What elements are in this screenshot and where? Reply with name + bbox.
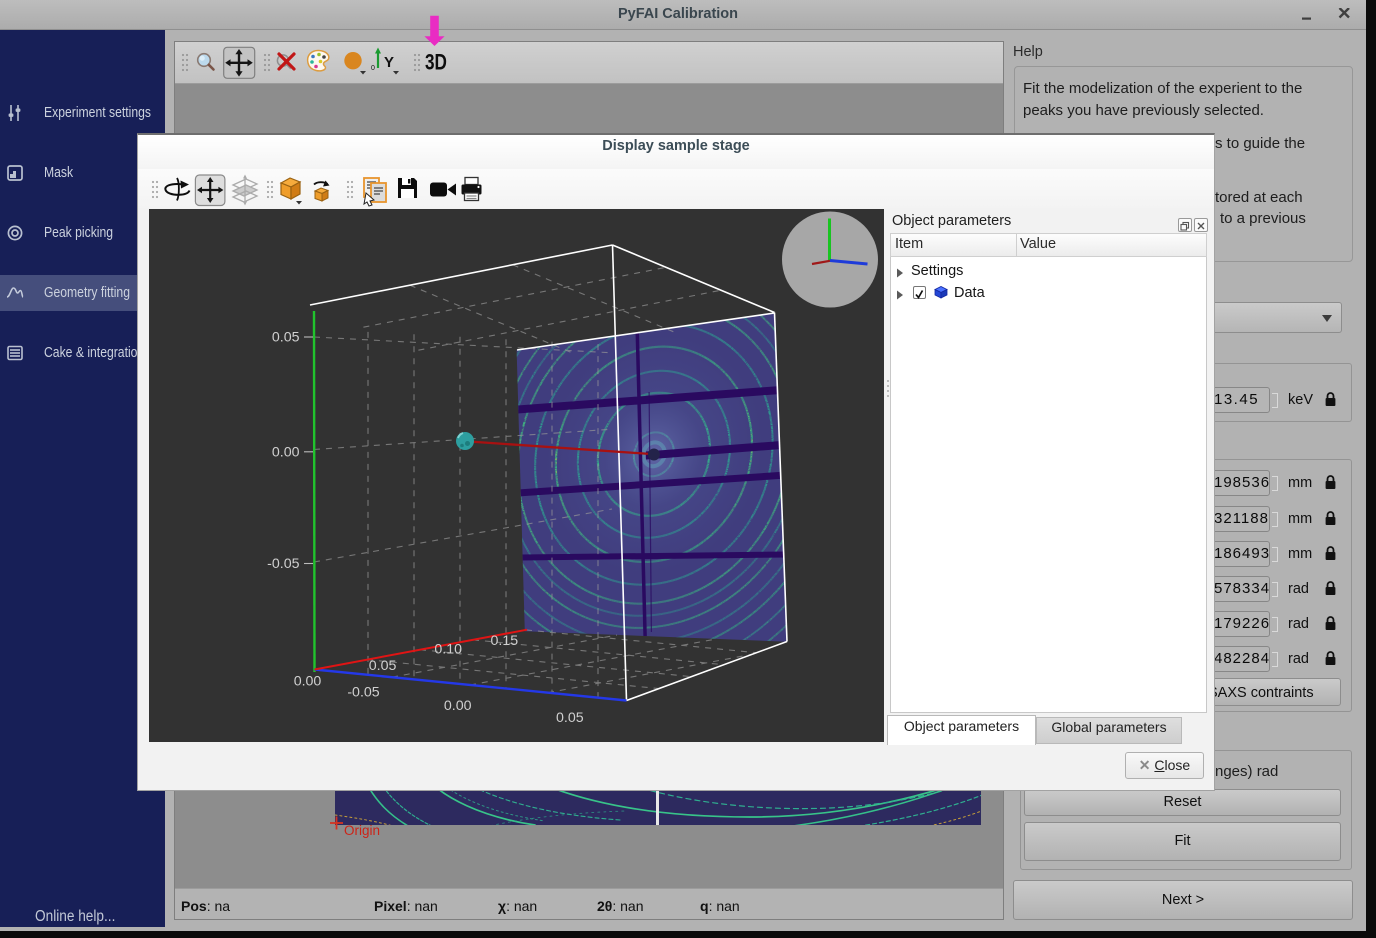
svg-text:-0.05: -0.05	[347, 684, 379, 700]
svg-text:0.00: 0.00	[444, 698, 472, 714]
svg-text:3D: 3D	[425, 51, 447, 76]
svg-text:Origin: Origin	[344, 823, 380, 838]
svg-text:0.10: 0.10	[434, 641, 462, 657]
svg-text:0.00: 0.00	[294, 673, 322, 689]
svg-text:0.05: 0.05	[369, 658, 397, 674]
svg-text:-0.05: -0.05	[267, 556, 299, 572]
svg-text:0: 0	[371, 65, 375, 72]
svg-text:0.15: 0.15	[490, 633, 518, 649]
svg-text:0.05: 0.05	[272, 330, 300, 346]
svg-text:0.05: 0.05	[556, 710, 584, 726]
svg-text:Y: Y	[384, 54, 394, 71]
svg-text:0.00: 0.00	[272, 444, 300, 460]
